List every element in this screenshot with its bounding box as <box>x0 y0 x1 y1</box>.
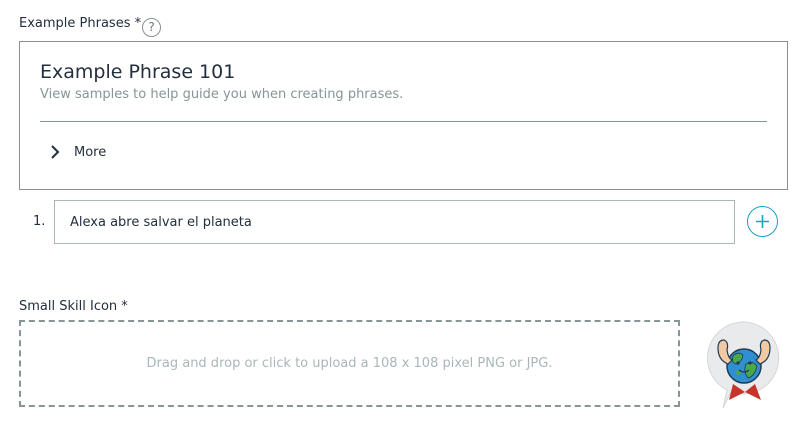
small-skill-icon-label: Small Skill Icon * <box>19 299 128 314</box>
more-label: More <box>74 144 107 160</box>
help-icon[interactable]: ? <box>142 18 161 37</box>
plus-icon <box>756 215 769 228</box>
phrase-row-number: 1. <box>33 214 46 229</box>
add-phrase-button[interactable] <box>747 206 778 237</box>
example-phrase-input[interactable] <box>54 200 735 244</box>
panel-subtitle: View samples to help guide you when crea… <box>40 87 404 102</box>
chevron-right-icon <box>51 145 60 159</box>
more-toggle[interactable]: More <box>50 140 106 164</box>
panel-divider <box>40 121 767 122</box>
icon-upload-dropzone[interactable]: Drag and drop or click to upload a 108 x… <box>19 320 680 407</box>
example-phrase-panel: Example Phrase 101 View samples to help … <box>19 41 788 190</box>
skill-icon-preview <box>706 321 780 409</box>
upload-hint: Drag and drop or click to upload a 108 x… <box>146 356 553 371</box>
panel-title: Example Phrase 101 <box>40 61 236 83</box>
example-phrases-label: Example Phrases * <box>19 16 142 31</box>
